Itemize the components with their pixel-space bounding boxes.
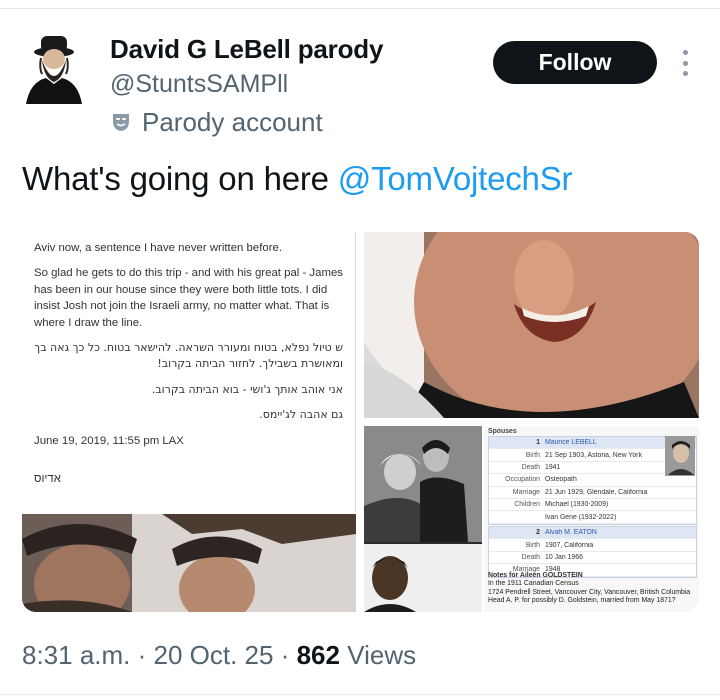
spouse-row: Children Michael (1930-2009) [489, 499, 696, 512]
child-link[interactable]: Michael (1930-2009) [545, 501, 696, 508]
spouse-row: Birth 1907, California [489, 539, 696, 552]
spouse-number: 2 [536, 529, 540, 537]
spouse-row: Marriage 21 Jun 1929, Glendale, Californi… [489, 487, 696, 499]
media-vintage-photos[interactable] [364, 426, 482, 612]
spouse-row: Occupation Osteopath [489, 474, 696, 487]
media-document-screenshot[interactable]: Aviv now, a sentence I have never writte… [22, 232, 356, 512]
spouse-name-link[interactable]: Alvah M. EATON [545, 529, 696, 536]
field-label: Occupation [505, 476, 540, 484]
field-value: 1907, California [545, 541, 594, 549]
field-value: 21 Jun 1929, Glendale, California [545, 488, 648, 496]
field-label: Marriage [512, 488, 540, 496]
views-label: Views [339, 640, 417, 670]
tweet-mention-link[interactable]: @TomVojtechSr [338, 160, 573, 197]
field-value: Osteopath [545, 476, 577, 484]
smiling-face-image [364, 232, 699, 418]
field-label: Death [521, 463, 540, 471]
portrait-thumbnail [665, 436, 695, 476]
tweet-body: What's going on here [22, 160, 338, 197]
field-value: 10 Jan 1966 [545, 553, 583, 561]
genealogy-title: Spouses [488, 428, 517, 435]
spouse-row: Death 10 Jan 1966 [489, 552, 696, 565]
vintage-photos-image [364, 426, 482, 612]
follow-button[interactable]: Follow [493, 41, 657, 84]
doc-line: So glad he gets to do this trip - and wi… [34, 267, 343, 329]
doc-line-hebrew: ש טיול נפלא, בטוח ומעורר השראה. להישאר ב… [34, 341, 343, 371]
media-smiling-face-photo[interactable] [364, 232, 699, 418]
spouse-row: Ivan Gene (1932-2022) [489, 511, 696, 524]
avatar[interactable] [22, 32, 86, 104]
document-text: Aviv now, a sentence I have never writte… [22, 232, 355, 487]
doc-line: Aviv now, a sentence I have never writte… [34, 242, 282, 254]
spouse-card-2: 2 Alvah M. EATON Birth 1907, California De… [488, 526, 697, 578]
genealogy-notes: Notes for Aileen GOLDSTEIN In the 1911 C… [488, 572, 697, 606]
tweet-meta: 8:31 a.m. · 20 Oct. 25 · 862 Views [22, 640, 416, 671]
views-count: 862 [296, 640, 340, 670]
field-label: Death [521, 553, 540, 561]
top-divider [0, 8, 720, 9]
more-vertical-icon[interactable] [676, 50, 694, 76]
tweet-text: What's going on here @TomVojtechSr [22, 160, 572, 198]
tweet-time[interactable]: 8:31 a.m. [22, 640, 130, 670]
parody-label-text: Parody account [142, 106, 323, 137]
media-two-men-photo[interactable] [22, 514, 356, 612]
spouse-row: 2 Alvah M. EATON [489, 527, 696, 540]
tweet-media-grid[interactable]: Aviv now, a sentence I have never writte… [22, 232, 699, 612]
meta-separator: · [130, 640, 154, 670]
bottom-divider [0, 694, 720, 695]
author-handle[interactable]: @StuntsSAMPll [110, 70, 288, 99]
notes-line: Head A. P. for possibly D. Goldstein, ma… [488, 597, 676, 605]
meta-separator: · [273, 640, 297, 670]
doc-signoff: אדיוס [34, 473, 61, 486]
child-link[interactable]: Ivan Gene (1932-2022) [545, 514, 696, 521]
doc-date: June 19, 2019, 11:55 pm LAX [34, 434, 184, 447]
media-genealogy-record[interactable]: Spouses 1 Maurice LEBELL Birth 21 Sep 1903… [484, 426, 699, 612]
doc-line-hebrew: גם אהבה לג'יימס. [259, 408, 343, 422]
tweet-date[interactable]: 20 Oct. 25 [154, 640, 274, 670]
parody-label: Parody account [110, 106, 323, 138]
field-label: Children [514, 501, 540, 509]
notes-line: In the 1911 Canadian Census [488, 580, 579, 588]
two-men-image [22, 514, 356, 612]
doc-line-hebrew: אני אוהב אותך ג'ושי - בוא הביתה בקרוב. [151, 382, 343, 396]
notes-line: 1724 Pendrell Street, Vancouver City, Va… [488, 588, 691, 596]
parody-mask-icon [113, 114, 129, 131]
notes-title: Notes for Aileen GOLDSTEIN [488, 572, 583, 579]
field-label: Birth [525, 451, 540, 459]
spouse-number: 1 [536, 439, 540, 447]
author-name[interactable]: David G LeBell parody [110, 34, 383, 65]
field-label: Birth [525, 541, 540, 549]
